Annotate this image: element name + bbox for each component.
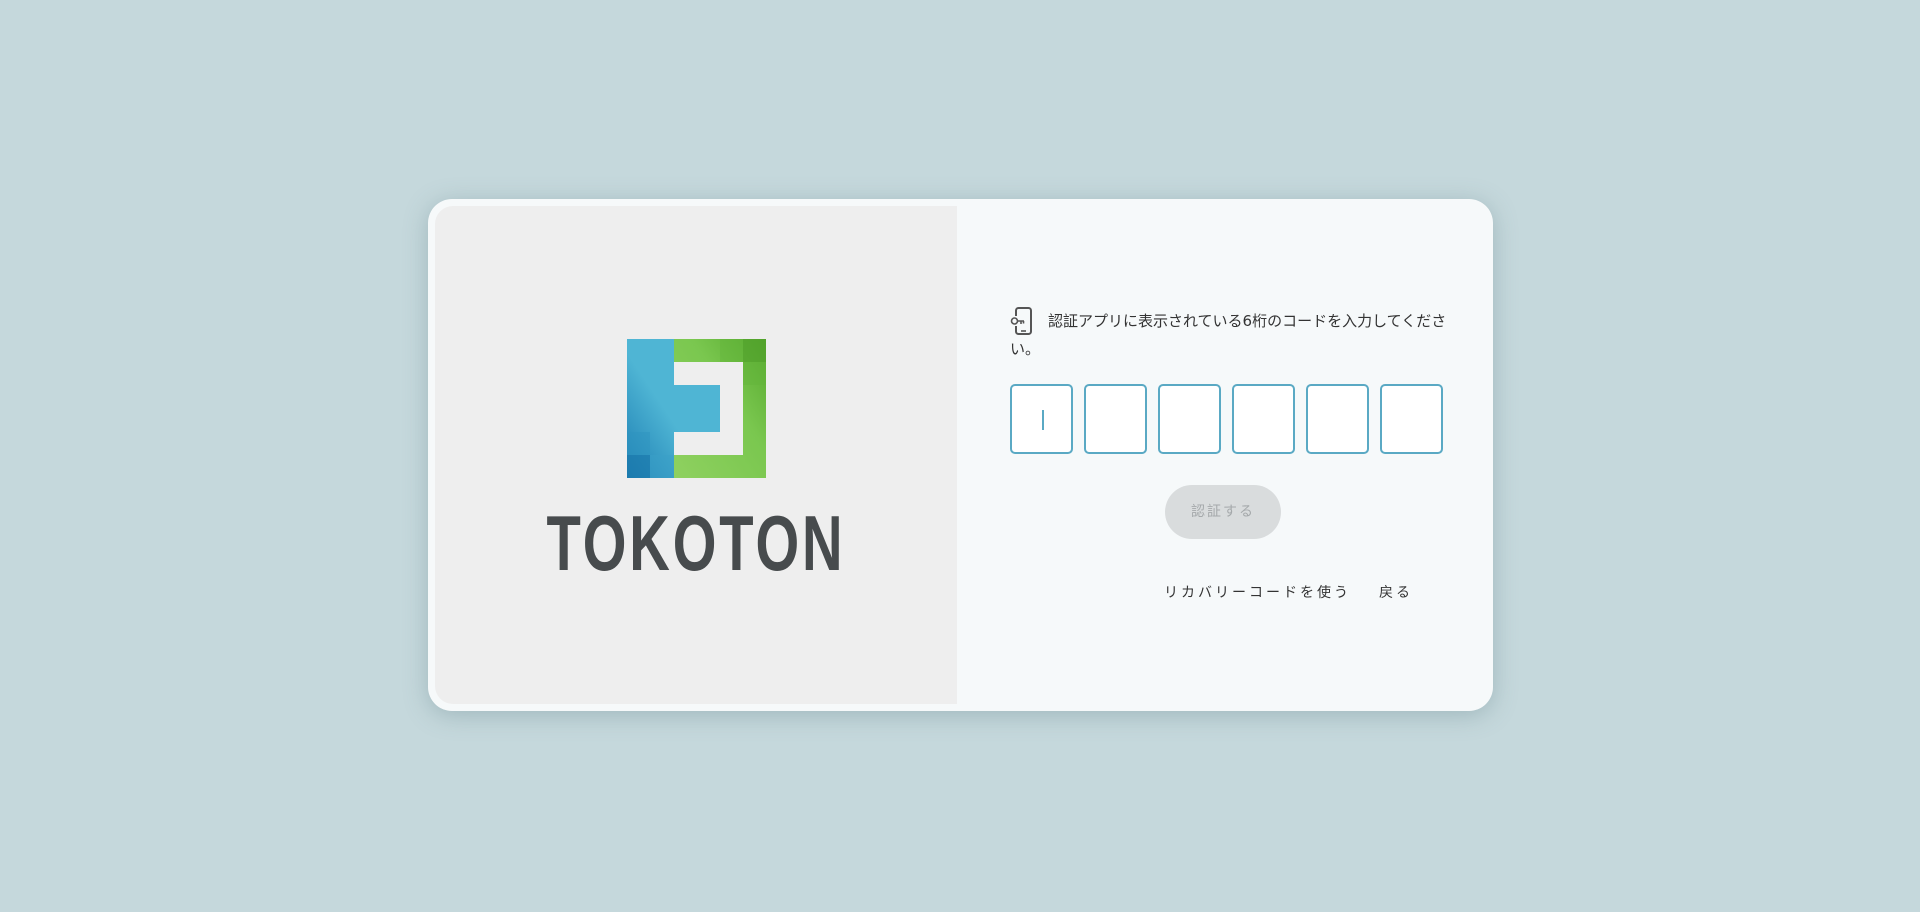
code-digit-5[interactable] <box>1306 384 1369 454</box>
use-recovery-code-link[interactable]: リカバリーコードを使う <box>1164 582 1351 602</box>
phone-key-icon <box>1010 307 1032 335</box>
code-digit-1[interactable] <box>1010 384 1073 454</box>
brand-panel: TOKOTON <box>435 206 957 704</box>
code-input-group <box>1010 384 1443 454</box>
code-digit-3[interactable] <box>1158 384 1221 454</box>
instruction: 認証アプリに表示されている6桁のコードを入力してください。 <box>1010 307 1450 363</box>
brand-wordmark: TOKOTON <box>546 499 846 587</box>
code-digit-4[interactable] <box>1232 384 1295 454</box>
verify-button[interactable]: 認証する <box>1165 485 1281 539</box>
back-link[interactable]: 戻る <box>1379 582 1413 602</box>
code-digit-2[interactable] <box>1084 384 1147 454</box>
instruction-text: 認証アプリに表示されている6桁のコードを入力してください。 <box>1010 312 1447 358</box>
tokoton-logo-icon <box>627 339 766 478</box>
code-digit-6[interactable] <box>1380 384 1443 454</box>
auth-panel: 認証アプリに表示されている6桁のコードを入力してください。 認証する リカバリー… <box>958 199 1493 711</box>
login-card: TOKOTON 認証アプリに表示されている6桁のコードを入力してください。 認証… <box>428 199 1493 711</box>
footer-links: リカバリーコードを使う 戻る <box>958 582 1493 602</box>
